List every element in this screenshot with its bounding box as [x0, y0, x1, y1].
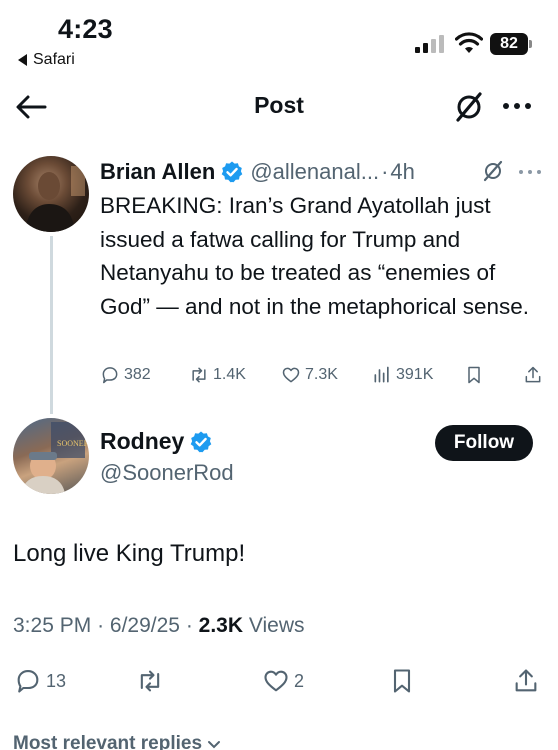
avatar[interactable] — [13, 156, 89, 232]
grok-icon[interactable] — [452, 90, 486, 124]
like-count: 2 — [294, 670, 305, 691]
replies-sort-label: Most relevant replies — [13, 733, 203, 750]
avatar[interactable]: SOONER — [13, 418, 89, 494]
share-icon — [515, 669, 537, 692]
views-count: 2.3K — [198, 614, 244, 637]
author-name[interactable]: Rodney — [100, 428, 184, 455]
reply-count: 13 — [46, 670, 67, 691]
chevron-down-icon — [208, 741, 221, 749]
repost-count: 1.4K — [213, 366, 246, 383]
tweet-date[interactable]: 6/29/25 — [110, 614, 180, 637]
replies-sort-dropdown[interactable]: Most relevant replies — [13, 733, 222, 750]
status-bar: 4:23 Safari 82 — [0, 0, 558, 80]
tweet-meta: 3:25 PM · 6/29/25 · 2.3K Views — [13, 614, 305, 638]
reply-icon — [17, 670, 39, 693]
bookmark-icon — [393, 669, 411, 693]
reply-button[interactable]: 382 — [100, 365, 151, 385]
grok-icon[interactable] — [481, 159, 505, 183]
follow-button[interactable]: Follow — [435, 425, 533, 461]
verified-badge-icon — [191, 431, 212, 452]
reply-button[interactable]: 13 — [14, 667, 66, 695]
verified-badge-icon — [222, 161, 243, 183]
repost-button[interactable]: 1.4K — [189, 365, 246, 385]
views-button[interactable]: 391K — [372, 365, 433, 385]
cellular-signal-icon — [415, 35, 444, 53]
views-count: 391K — [396, 366, 434, 383]
like-button[interactable]: 2 — [262, 667, 304, 695]
battery-level: 82 — [490, 33, 528, 55]
share-button[interactable] — [523, 365, 543, 385]
separator-dot: · — [97, 614, 105, 637]
reply-count: 382 — [124, 366, 151, 383]
reply-icon — [102, 367, 118, 384]
author-handle[interactable]: @SoonerRod — [100, 460, 234, 486]
wifi-icon — [455, 32, 483, 53]
avatar-person-icon — [25, 166, 85, 232]
separator-dot: · — [381, 159, 389, 184]
parent-tweet-text: BREAKING: Iran’s Grand Ayatollah just is… — [100, 193, 529, 319]
views-label: Views — [248, 614, 305, 637]
more-options-icon[interactable] — [517, 167, 543, 177]
author-name[interactable]: Brian Allen — [100, 159, 215, 185]
separator-dot: · — [185, 614, 193, 637]
avatar-person-icon: SOONER — [21, 422, 89, 494]
svg-text:SOONER: SOONER — [57, 439, 89, 448]
battery-nub — [529, 40, 532, 48]
analytics-icon — [374, 366, 389, 383]
bookmark-button[interactable] — [388, 667, 416, 695]
share-button[interactable] — [512, 667, 540, 695]
like-count: 7.3K — [305, 366, 338, 383]
status-time: 4:23 — [58, 14, 113, 44]
repost-icon — [140, 670, 160, 692]
heart-icon — [282, 367, 300, 383]
back-app-label: Safari — [33, 51, 75, 68]
parent-tweet-actions: 382 1.4K 7.3K 391K — [100, 362, 550, 392]
back-triangle-icon — [18, 54, 27, 66]
heart-icon — [264, 670, 288, 692]
bookmark-button[interactable] — [464, 365, 484, 385]
author-handle[interactable]: @allenanal... — [250, 159, 379, 185]
tweet-actions: 13 2 — [0, 664, 558, 704]
repost-button[interactable] — [136, 667, 164, 695]
thread-connector-line — [50, 236, 53, 414]
repost-icon — [192, 367, 206, 383]
post-header: Post — [0, 80, 558, 136]
bookmark-icon — [468, 366, 480, 384]
more-options-icon[interactable] — [500, 94, 534, 118]
share-icon — [525, 366, 541, 383]
author-name-row: Rodney — [100, 428, 219, 455]
tweet-text: Long live King Trump! — [13, 540, 246, 567]
battery-indicator: 82 — [490, 33, 534, 55]
tweet-time[interactable]: 3:25 PM — [13, 614, 91, 637]
tweet-time[interactable]: 4h — [390, 159, 414, 185]
back-to-app-link[interactable]: Safari — [18, 51, 75, 69]
like-button[interactable]: 7.3K — [281, 365, 338, 385]
